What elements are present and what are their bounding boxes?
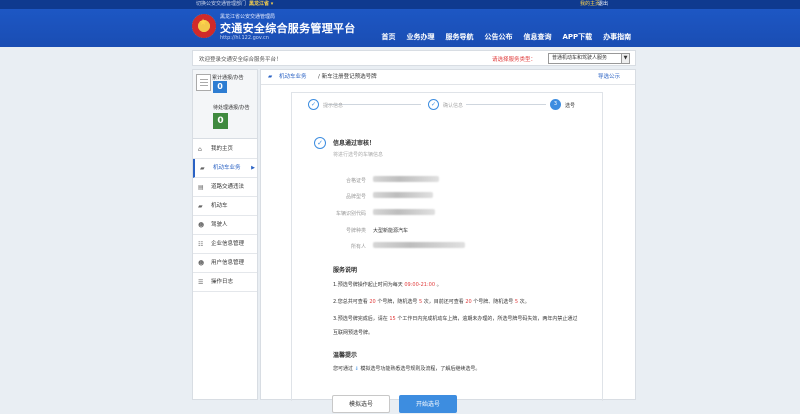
sidebar-item-label: 道路交通违法: [211, 184, 245, 190]
chevron-right-icon: ▶: [251, 165, 255, 171]
sidebar-item-vehicle-business[interactable]: ▰ 机动车业务 ▶: [193, 159, 257, 178]
service-note-3: 3.预选号牌完成后，请在 15 个工作日内完成机动车上牌，逾期未办理的，所选号牌…: [333, 316, 578, 322]
sidebar-item-label: 机动车: [211, 203, 228, 209]
brand-subtitle: 黑龙江省公安交通管理局: [220, 14, 276, 20]
breadcrumb: ▰ 机动车业务 / 新车注册登记预选号牌 导选公示: [261, 70, 635, 85]
service-note-3-cont: 互联网预选号牌。: [333, 330, 374, 336]
plate-type-value: 大型新能源汽车: [373, 228, 409, 234]
breadcrumb-section[interactable]: 机动车业务: [279, 70, 307, 85]
sidebar-item-label: 我的主页: [211, 146, 234, 152]
main-panel: ▰ 机动车业务 / 新车注册登记预选号牌 导选公示 ✓ 提示信息 ✓ 确认信息 …: [260, 69, 636, 413]
check-icon: ✓: [428, 99, 439, 110]
plate-selection-card: ✓ 提示信息 ✓ 确认信息 3 选号 ✓ 信息通过审核！ 将进行选号的车辆信息 …: [291, 92, 603, 413]
chevron-down-icon[interactable]: ▼: [621, 54, 629, 63]
team-icon: ☷: [198, 241, 204, 248]
field-label: 合格证号: [345, 178, 366, 184]
top-utility-bar: 切换公安交通管理部门 黑龙江省 ▾ 我的主页 退出: [0, 0, 800, 9]
breadcrumb-page: / 新车注册登记预选号牌: [318, 74, 377, 80]
field-label: 品牌型号: [345, 194, 366, 200]
service-note-1: 1.预选号牌操作起止时间为每天 09:00-21:00 。: [333, 282, 442, 288]
car-icon: ▰: [268, 74, 273, 80]
sidebar-item-label: 企业信息管理: [211, 241, 245, 247]
log-icon: ☰: [198, 279, 204, 286]
total-notices-count[interactable]: 0: [213, 81, 227, 93]
sidebar-item-label: 操作日志: [211, 279, 234, 285]
tips-title: 温馨提示: [333, 352, 358, 359]
step-3-number: 3: [550, 99, 561, 110]
sidebar-item-label: 用户信息管理: [211, 260, 245, 266]
step-connector: [466, 104, 546, 105]
site-header: 黑龙江省公安交通管理局 交通安全综合服务管理平台 http://hl.122.g…: [0, 9, 800, 47]
police-emblem-icon: [192, 14, 216, 38]
sidebar-item-violations[interactable]: ▤ 道路交通违法: [193, 178, 257, 197]
pending-notices-label: 待处理通报/办告: [213, 105, 250, 111]
field-label: 所有人: [350, 244, 366, 250]
welcome-text: 欢迎登录交通安全综合服务平台！: [199, 57, 282, 63]
redacted-value: [373, 176, 439, 182]
service-type-value: 普通机动车和驾驶人服务: [552, 55, 608, 61]
redacted-value: [373, 209, 435, 215]
tips-text: 您可通过 ⇓ 模拟选号功能熟悉选号规则及流程，了解后继续选号。: [333, 366, 481, 372]
redacted-value: [373, 242, 465, 248]
car-icon: ▰: [200, 165, 205, 172]
step-1-label: 提示信息: [323, 103, 344, 109]
user-icon: ☻: [198, 222, 205, 229]
check-icon: ✓: [308, 99, 319, 110]
sidebar-item-label: 驾驶人: [211, 222, 228, 228]
guide-link[interactable]: 导选公示: [598, 70, 620, 85]
profile-icon: ☻: [198, 260, 205, 267]
location-switch[interactable]: 切换公安交通管理部门 黑龙江省 ▾: [196, 0, 273, 9]
review-passed-subtitle: 将进行选号的车辆信息: [333, 152, 384, 158]
step-indicator: ✓ 提示信息 ✓ 确认信息 3 选号: [292, 93, 602, 117]
home-icon: ⌂: [198, 146, 202, 153]
province-select[interactable]: 黑龙江省 ▾: [249, 1, 273, 7]
service-type-select[interactable]: 普通机动车和驾驶人服务 ▼: [548, 53, 630, 64]
document-icon: [196, 74, 211, 91]
ticket-icon: ▤: [198, 184, 204, 191]
sidebar-item-label: 机动车业务: [213, 165, 241, 171]
sidebar-menu: ⌂ 我的主页 ▰ 机动车业务 ▶ ▤ 道路交通违法 ▰ 机动车 ☻ 驾驶人 ☷ 企业信息管理 …: [193, 140, 257, 292]
sidebar-item-home[interactable]: ⌂ 我的主页: [193, 140, 257, 159]
welcome-bar: 欢迎登录交通安全综合服务平台！ 请选择服务类型： 普通机动车和驾驶人服务 ▼: [192, 50, 636, 66]
total-notices-label: 累计通报/办告: [212, 75, 244, 81]
pending-notices-count[interactable]: 0: [213, 113, 228, 129]
brand-url: http://hl.122.gov.cn: [220, 35, 269, 41]
sidebar-item-drivers[interactable]: ☻ 驾驶人: [193, 216, 257, 235]
my-home-link[interactable]: 我的主页: [580, 0, 600, 9]
service-type-label: 请选择服务类型：: [492, 57, 537, 63]
location-label: 切换公安交通管理部门: [196, 1, 247, 7]
simulate-selection-button[interactable]: 模拟选号: [332, 395, 390, 413]
service-note-2: 2.您总共可查看 20 个号牌，随机选号 5 次，目前还可查看 20 个号牌、随…: [333, 299, 530, 305]
vehicle-icon: ▰: [198, 203, 203, 210]
sidebar-item-company-info[interactable]: ☷ 企业信息管理: [193, 235, 257, 254]
redacted-value: [373, 192, 433, 198]
sidebar: 累计通报/办告 0 待处理通报/办告 0 ⌂ 我的主页 ▰ 机动车业务 ▶ ▤ 道路交通…: [192, 69, 258, 400]
review-passed-title: 信息通过审核！: [333, 140, 376, 147]
start-selection-button[interactable]: 开始选号: [399, 395, 457, 413]
brand-title[interactable]: 交通安全综合服务管理平台: [220, 20, 356, 36]
sidebar-item-vehicles[interactable]: ▰ 机动车: [193, 197, 257, 216]
logout-link[interactable]: 退出: [598, 0, 608, 9]
check-circle-icon: ✓: [314, 137, 326, 149]
sidebar-item-operation-log[interactable]: ☰ 操作日志: [193, 273, 257, 292]
sidebar-item-user-info[interactable]: ☻ 用户信息管理: [193, 254, 257, 273]
service-notes-title: 服务说明: [333, 267, 358, 274]
field-label: 车辆识别代码: [335, 211, 366, 217]
field-label: 号牌种类: [345, 228, 366, 234]
notice-stats: 累计通报/办告 0 待处理通报/办告 0: [193, 70, 257, 139]
step-3-label: 选号: [565, 103, 576, 109]
step-2-label: 确认信息: [443, 103, 464, 109]
